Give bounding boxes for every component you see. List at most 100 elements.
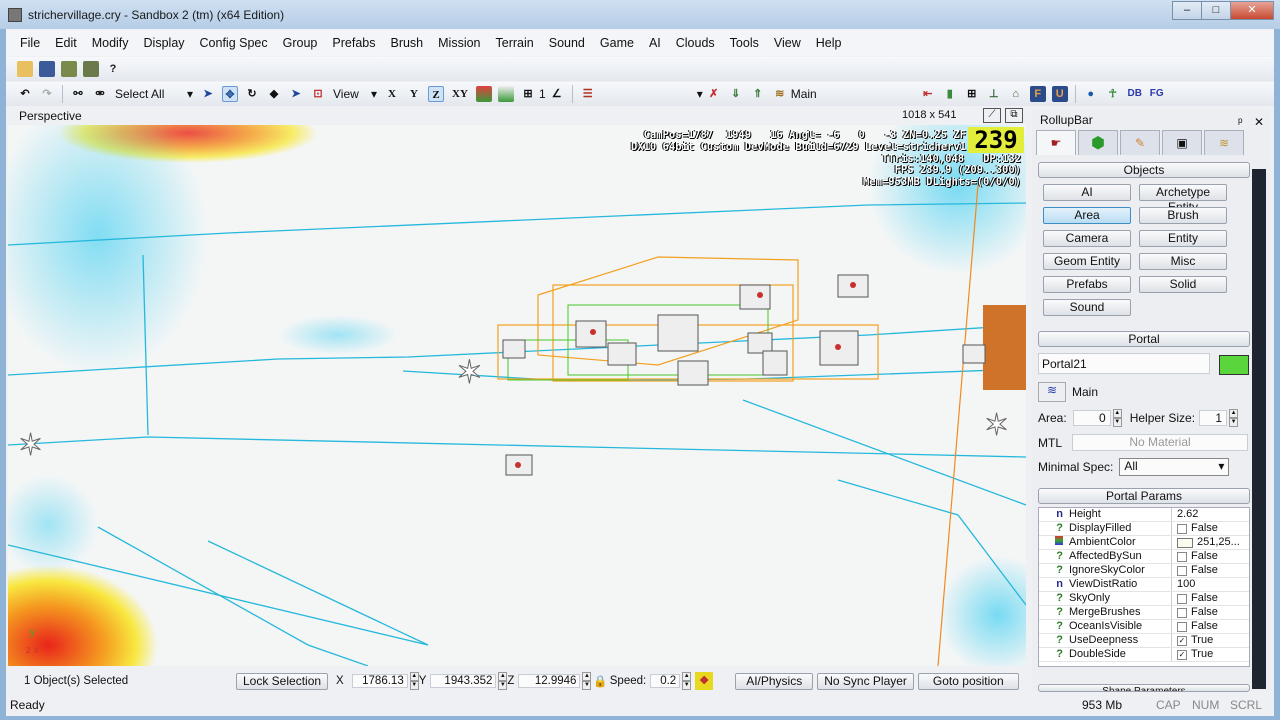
x-coord-input[interactable]: 1786.13 — [351, 674, 408, 688]
object-type-ai-button[interactable]: AI — [1043, 184, 1131, 201]
menu-prefabs[interactable]: Prefabs — [332, 36, 375, 50]
portal-params-header[interactable]: Portal Params — [1038, 488, 1250, 504]
property-row[interactable]: ? IgnoreSkyColor False — [1039, 564, 1249, 578]
property-checkbox[interactable]: ✓ — [1177, 635, 1187, 646]
move-icon[interactable]: ✥ — [222, 86, 238, 102]
link-icon[interactable]: ⚯ — [70, 86, 86, 102]
property-row[interactable]: AmbientColor 251,25... — [1039, 536, 1249, 550]
object-snap-icon[interactable] — [498, 86, 514, 102]
viewport-name[interactable]: Perspective — [19, 109, 82, 123]
axis-xy-button[interactable]: XY — [450, 86, 470, 102]
menu-display[interactable]: Display — [144, 36, 185, 50]
property-row[interactable]: ? OceanIsVisible False — [1039, 620, 1249, 634]
scale-icon[interactable]: ◆ — [266, 86, 282, 102]
z-coord-input[interactable]: 12.9946 — [518, 674, 581, 688]
lock-selection-button[interactable]: Lock Selection — [236, 672, 329, 690]
object-color-swatch[interactable] — [1219, 355, 1249, 375]
property-row[interactable]: n ViewDistRatio 100 — [1039, 578, 1249, 592]
z-spinner[interactable]: ▲ ▼ — [582, 672, 592, 690]
menu-terrain[interactable]: Terrain — [496, 36, 534, 50]
rollup-close-icon[interactable]: ✕ — [1254, 112, 1264, 132]
close-button[interactable]: ✕ — [1230, 1, 1274, 20]
db-button[interactable]: DB — [1127, 86, 1143, 102]
portal-header[interactable]: Portal — [1038, 331, 1250, 347]
object-type-entity-button[interactable]: Entity — [1139, 230, 1227, 247]
save-icon[interactable] — [39, 61, 55, 77]
objects-header[interactable]: Objects — [1038, 162, 1250, 178]
menu-brush[interactable]: Brush — [390, 36, 423, 50]
lock-icon[interactable]: 🔒 — [593, 674, 607, 688]
rollup-scrollbar[interactable] — [1252, 169, 1266, 689]
menu-modify[interactable]: Modify — [92, 36, 129, 50]
align-icon[interactable]: ▮ — [942, 86, 958, 102]
area-input[interactable]: 0 — [1072, 410, 1111, 426]
console-icon[interactable]: ☰ — [580, 86, 596, 102]
goto-position-button[interactable]: Goto position — [917, 672, 1019, 690]
maximize-viewport-icon[interactable]: ⧉ — [1005, 108, 1023, 123]
angle-snap-icon[interactable]: ∠ — [549, 86, 565, 102]
current-layer[interactable]: Main — [791, 87, 817, 101]
terrain-snap-icon[interactable] — [476, 86, 492, 102]
terrain-collision-icon[interactable]: ◆ — [695, 672, 714, 690]
axis-z-button[interactable]: Z — [428, 86, 444, 102]
property-row[interactable]: ? SkyOnly False — [1039, 592, 1249, 606]
object-type-archetype-entity-button[interactable]: Archetype Entity — [1139, 184, 1227, 214]
object-type-sound-button[interactable]: Sound — [1043, 299, 1131, 316]
property-row[interactable]: ? MergeBrushes False — [1039, 606, 1249, 620]
property-value[interactable]: False — [1191, 550, 1218, 563]
speed-spinner[interactable]: ▲ ▼ — [682, 672, 692, 690]
goto-selection-icon[interactable]: ⇤ — [920, 86, 936, 102]
helper-size-input[interactable]: 1 — [1199, 410, 1228, 426]
menu-clouds[interactable]: Clouds — [676, 36, 715, 50]
snap-icon[interactable]: ⊡ — [310, 86, 326, 102]
object-type-misc-button[interactable]: Misc — [1139, 253, 1227, 270]
property-value[interactable]: 2.62 — [1177, 508, 1198, 521]
property-value[interactable]: False — [1191, 620, 1218, 633]
object-type-prefabs-button[interactable]: Prefabs — [1043, 276, 1131, 293]
menu-help[interactable]: Help — [816, 36, 842, 50]
menu-ai[interactable]: AI — [649, 36, 661, 50]
object-type-area-button[interactable]: Area — [1043, 207, 1131, 224]
object-type-brush-button[interactable]: Brush — [1139, 207, 1227, 224]
color-swatch[interactable] — [1177, 537, 1193, 548]
tab-display[interactable]: ▣ — [1162, 130, 1202, 155]
grid-size-value[interactable]: 1 — [539, 87, 546, 101]
property-row[interactable]: ? DoubleSide ✓ True — [1039, 648, 1249, 662]
grid-view-icon[interactable]: ⊞ — [964, 86, 980, 102]
y-coord-input[interactable]: 1943.352 — [430, 674, 497, 688]
tab-modify[interactable]: ✎ — [1120, 130, 1160, 155]
material-button[interactable]: No Material — [1072, 434, 1248, 451]
viewport-options-icon[interactable]: ⟋ — [983, 108, 1001, 123]
select-terrain-icon[interactable]: ➤ — [288, 86, 304, 102]
object-type-camera-button[interactable]: Camera — [1043, 230, 1131, 247]
area-spinner[interactable]: ▲ ▼ — [1112, 409, 1122, 427]
globe-icon[interactable]: ● — [1083, 86, 1099, 102]
pin-icon[interactable]: ᵖ — [1238, 112, 1243, 132]
reference-coord-dropdown[interactable]: View ▾ — [329, 84, 381, 104]
fg-button[interactable]: FG — [1149, 86, 1165, 102]
y-spinner[interactable]: ▲ ▼ — [498, 672, 508, 690]
chevron-down-icon[interactable]: ▾ — [697, 87, 703, 101]
property-value[interactable]: False — [1191, 522, 1218, 535]
minimize-button[interactable]: – — [1172, 1, 1202, 20]
selection-filter-dropdown[interactable]: Select All ▾ — [111, 84, 197, 104]
menu-group[interactable]: Group — [283, 36, 318, 50]
no-sync-player-button[interactable]: No Sync Player — [817, 672, 914, 690]
redo-icon[interactable]: ↷ — [39, 86, 55, 102]
property-row[interactable]: ? UseDeepness ✓ True — [1039, 634, 1249, 648]
helper-size-spinner[interactable]: ▲ ▼ — [1229, 409, 1239, 427]
property-checkbox[interactable] — [1177, 621, 1187, 632]
tab-terrain[interactable]: ⬢ — [1078, 130, 1118, 155]
menu-config-spec[interactable]: Config Spec — [200, 36, 268, 50]
property-value[interactable]: 251,25... — [1197, 536, 1240, 549]
property-row[interactable]: ? AffectedBySun False — [1039, 550, 1249, 564]
character-icon[interactable]: ☥ — [1105, 86, 1121, 102]
property-row[interactable]: ? DisplayFilled False — [1039, 522, 1249, 536]
layer-select-icon[interactable]: ≋ — [1038, 382, 1066, 402]
menu-sound[interactable]: Sound — [549, 36, 585, 50]
unfreeze-icon[interactable]: U — [1051, 86, 1068, 102]
axis-x-button[interactable]: X — [384, 86, 400, 102]
maximize-button[interactable]: □ — [1201, 1, 1231, 20]
property-checkbox[interactable] — [1177, 593, 1187, 604]
speed-input[interactable]: 0.2 — [650, 674, 681, 688]
